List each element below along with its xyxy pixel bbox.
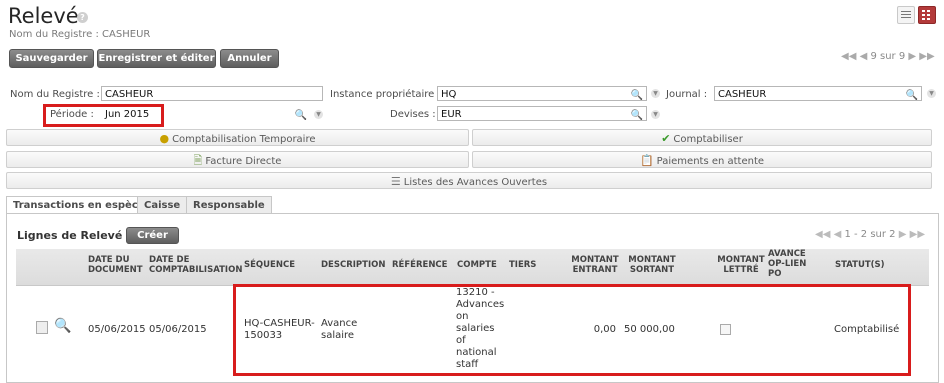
periode-label: Période : [50, 109, 94, 120]
registre-field[interactable]: CASHEUR [101, 86, 323, 101]
paiements-attente-button[interactable]: 📋 Paiements en attente [472, 151, 932, 168]
instance-value: HQ [441, 89, 457, 100]
next-page-icon[interactable]: ▶ [899, 229, 907, 240]
dropdown-icon[interactable]: ▼ [651, 110, 660, 119]
col-montant-entrant[interactable]: MONTANT ENTRANT [570, 255, 620, 275]
journal-label: Journal : [666, 89, 708, 100]
last-page-icon[interactable]: ▶▶ [910, 229, 925, 240]
instance-field[interactable]: HQ 🔍 [437, 86, 647, 101]
checkmark-icon: ✔ [661, 132, 671, 145]
col-reference[interactable]: RÉFÉRENCE [392, 260, 447, 270]
col-description[interactable]: DESCRIPTION [321, 260, 385, 270]
dropdown-icon[interactable]: ▼ [314, 110, 323, 119]
document-icon: 🗎 [193, 154, 203, 167]
list-icon: ☰ [390, 175, 401, 188]
col-montant-sortant[interactable]: MONTANT SORTANT [627, 255, 677, 275]
comptabiliser-button[interactable]: ✔ Comptabiliser [472, 129, 932, 146]
periode-value: Jun 2015 [105, 109, 150, 120]
listes-avances-button[interactable]: ☰ Listes des Avances Ouvertes [6, 172, 932, 189]
tab-responsable[interactable]: Responsable [186, 196, 272, 213]
page-title: Relevé [8, 4, 79, 28]
facture-directe-button[interactable]: 🗎 Facture Directe [6, 151, 469, 168]
duplicate-icon[interactable] [36, 321, 48, 334]
search-icon[interactable]: 🔍 [906, 88, 918, 103]
col-avance-op-lien-po[interactable]: AVANCE OP-LIEN PO [768, 249, 814, 279]
devises-value: EUR [441, 109, 462, 120]
magnifier-icon[interactable]: 🔍 [54, 318, 71, 334]
create-line-button[interactable]: Créer [126, 227, 179, 244]
devises-field[interactable]: EUR 🔍 [437, 106, 647, 121]
save-edit-button[interactable]: Enregistrer et éditer [97, 49, 216, 68]
row-date-comptabilisation: 05/06/2015 [149, 324, 207, 335]
search-icon[interactable]: 🔍 [631, 88, 643, 103]
next-record-icon[interactable]: ▶ [908, 51, 916, 62]
lines-pager: ◀◀ ◀ 1 - 2 sur 2 ▶ ▶▶ [815, 229, 925, 240]
lines-section-title: Lignes de Relevé [17, 229, 123, 242]
last-record-icon[interactable]: ▶▶ [919, 51, 934, 62]
tab-caisse[interactable]: Caisse [137, 196, 188, 213]
col-date-document[interactable]: DATE DU DOCUMENT [88, 255, 144, 275]
instance-label: Instance propriétaire : [330, 89, 441, 100]
journal-field[interactable]: CASHEUR 🔍 [714, 86, 922, 101]
list-view-icon[interactable] [897, 6, 915, 24]
search-icon[interactable]: 🔍 [631, 108, 643, 123]
registre-label: Nom du Registre : [10, 89, 100, 100]
compta-temp-button[interactable]: ● Comptabilisation Temporaire [6, 129, 469, 146]
row-highlight [233, 284, 911, 376]
col-sequence[interactable]: SÉQUENCE [244, 260, 295, 270]
col-statuts[interactable]: STATUT(S) [835, 260, 885, 270]
dropdown-icon[interactable]: ▼ [651, 89, 660, 98]
pager-text: 9 sur 9 [870, 51, 906, 62]
coins-icon: ● [159, 132, 170, 145]
prev-record-icon[interactable]: ◀ [860, 51, 868, 62]
payment-icon: 📋 [639, 154, 654, 167]
journal-value: CASHEUR [718, 89, 767, 100]
col-tiers[interactable]: TIERS [509, 260, 536, 270]
first-page-icon[interactable]: ◀◀ [815, 229, 830, 240]
devises-label: Devises : [390, 109, 436, 120]
save-button[interactable]: Sauvegarder [9, 49, 94, 68]
col-compte[interactable]: COMPTE [457, 260, 497, 270]
prev-page-icon[interactable]: ◀ [834, 229, 842, 240]
row-date-document: 05/06/2015 [88, 324, 146, 335]
lines-pager-text: 1 - 2 sur 2 [844, 229, 896, 240]
col-montant-lettre[interactable]: MONTANT LETTRÉ [717, 255, 765, 275]
periode-field[interactable]: Jun 2015 🔍 [101, 106, 311, 121]
dropdown-icon[interactable]: ▼ [927, 89, 936, 98]
col-date-comptabilisation[interactable]: DATE DE COMPTABILISATION [149, 255, 242, 275]
tab-transactions[interactable]: Transactions en espèce [6, 196, 152, 214]
cancel-button[interactable]: Annuler [220, 49, 279, 68]
search-icon[interactable]: 🔍 [295, 108, 307, 123]
help-icon[interactable]: ? [77, 12, 88, 23]
first-record-icon[interactable]: ◀◀ [841, 51, 856, 62]
record-pager: ◀◀ ◀ 9 sur 9 ▶ ▶▶ [841, 51, 935, 62]
page-subtitle: Nom du Registre : CASHEUR [9, 29, 151, 40]
form-view-icon[interactable] [918, 6, 936, 24]
